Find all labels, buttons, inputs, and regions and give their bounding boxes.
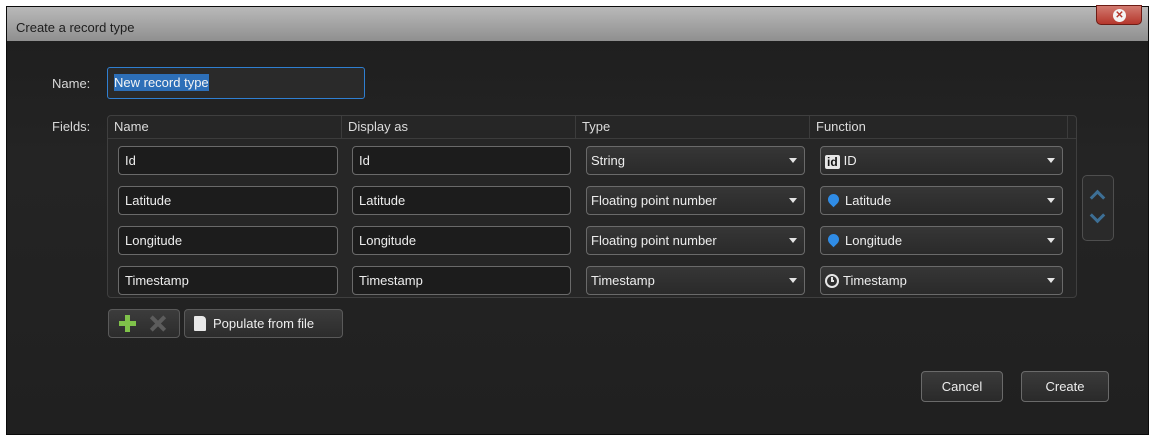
column-header-type[interactable]: Type [576,116,810,138]
field-name-input[interactable]: Timestamp [118,266,338,295]
field-function-value: Longitude [845,233,903,248]
dropdown-arrow-icon [1047,158,1055,163]
field-display-input[interactable]: Id [352,146,571,175]
fields-grid: Name Display as Type Function Id Id Stri… [107,115,1077,298]
grid-header: Name Display as Type Function [108,116,1076,139]
dialog-body: Name: New record type Fields: Name Displ… [7,41,1148,434]
field-function-select[interactable]: Longitude [820,226,1063,255]
field-function-select[interactable]: id ID [820,146,1063,175]
column-header-function[interactable]: Function [810,116,1068,138]
create-button[interactable]: Create [1021,371,1109,402]
field-type-value: Floating point number [591,233,717,248]
field-type-select[interactable]: Timestamp [586,266,805,295]
fields-label: Fields: [52,119,91,134]
reorder-buttons [1082,175,1114,241]
document-icon [194,316,206,331]
field-row: Longitude Longitude Floating point numbe… [108,226,1076,264]
move-down-icon[interactable] [1089,207,1106,224]
field-type-value: Floating point number [591,193,717,208]
title-bar[interactable]: Create a record type ✕ [7,5,1148,42]
add-remove-buttons [108,309,180,338]
field-display-input[interactable]: Longitude [352,226,571,255]
map-pin-icon [825,231,842,248]
field-row: Id Id String id ID [108,146,1076,184]
field-function-value: Timestamp [843,273,907,288]
remove-field-icon[interactable] [149,315,166,332]
field-type-select[interactable]: Floating point number [586,226,805,255]
id-icon: id [825,154,840,169]
dropdown-arrow-icon [789,238,797,243]
field-row: Latitude Latitude Floating point number … [108,186,1076,224]
field-function-value: ID [843,153,857,168]
name-input-value: New record type [114,74,209,91]
move-up-icon[interactable] [1089,189,1106,206]
cancel-button[interactable]: Cancel [921,371,1003,402]
column-header-name[interactable]: Name [108,116,342,138]
field-function-value: Latitude [845,193,892,208]
populate-label: Populate from file [213,316,315,331]
field-function-select[interactable]: Timestamp [820,266,1063,295]
field-type-select[interactable]: String [586,146,805,175]
dropdown-arrow-icon [789,158,797,163]
close-button[interactable]: ✕ [1096,5,1142,25]
populate-from-file-button[interactable]: Populate from file [184,309,343,338]
column-header-display-as[interactable]: Display as [342,116,576,138]
field-type-value: Timestamp [591,273,655,288]
dropdown-arrow-icon [789,198,797,203]
name-input[interactable]: New record type [107,67,365,99]
field-type-select[interactable]: Floating point number [586,186,805,215]
field-name-input[interactable]: Id [118,146,338,175]
clock-icon [825,273,839,288]
field-display-input[interactable]: Latitude [352,186,571,215]
create-record-type-dialog: Create a record type ✕ Name: New record … [6,5,1149,435]
dialog-title: Create a record type [16,20,135,35]
dropdown-arrow-icon [789,278,797,283]
dropdown-arrow-icon [1047,238,1055,243]
dropdown-arrow-icon [1047,198,1055,203]
field-row: Timestamp Timestamp Timestamp Timestamp [108,266,1076,304]
field-name-input[interactable]: Longitude [118,226,338,255]
add-field-icon[interactable] [119,315,136,332]
map-pin-icon [825,191,842,208]
field-function-select[interactable]: Latitude [820,186,1063,215]
close-icon: ✕ [1113,9,1126,22]
field-name-input[interactable]: Latitude [118,186,338,215]
field-display-input[interactable]: Timestamp [352,266,571,295]
field-type-value: String [591,153,625,168]
dropdown-arrow-icon [1047,278,1055,283]
name-label: Name: [52,76,91,91]
